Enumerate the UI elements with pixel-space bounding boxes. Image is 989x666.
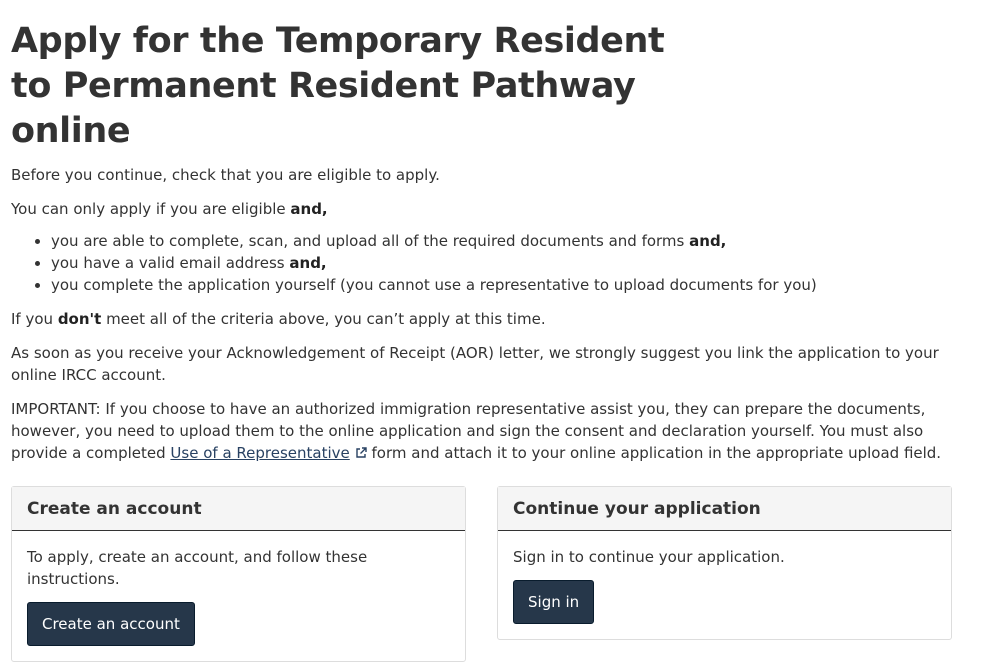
continue-application-card: Continue your application Sign in to con…	[497, 486, 952, 640]
use-of-representative-link[interactable]: Use of a Representative	[170, 444, 349, 462]
intro-text: Before you continue, check that you are …	[11, 166, 440, 184]
continue-application-description: Sign in to continue your application.	[513, 548, 785, 566]
criteria-warning: If you don't meet all of the criteria ab…	[11, 310, 546, 328]
important-notice: IMPORTANT: If you choose to have an auth…	[11, 400, 942, 462]
page-content: Apply for the Temporary Resident to Perm…	[0, 19, 961, 662]
list-item: you are able to complete, scan, and uplo…	[51, 230, 961, 252]
create-account-button[interactable]: Create an account	[27, 602, 195, 646]
create-account-heading: Create an account	[12, 487, 465, 531]
continue-application-heading: Continue your application	[498, 487, 951, 531]
list-item: you have a valid email address and,	[51, 252, 961, 274]
action-cards: Create an account To apply, create an ac…	[11, 486, 961, 662]
eligibility-and: and,	[290, 200, 328, 218]
create-account-body: To apply, create an account, and follow …	[12, 531, 465, 661]
dont-emphasis: don't	[57, 310, 102, 328]
aor-text: As soon as you receive your Acknowledgem…	[11, 344, 939, 384]
sign-in-button[interactable]: Sign in	[513, 580, 595, 624]
create-account-card: Create an account To apply, create an ac…	[11, 486, 466, 662]
criteria-list: you are able to complete, scan, and uplo…	[11, 230, 961, 296]
create-account-description: To apply, create an account, and follow …	[27, 548, 368, 588]
list-item: you complete the application yourself (y…	[51, 274, 961, 296]
eligibility-text: You can only apply if you are eligible	[11, 200, 291, 218]
external-link-icon	[356, 447, 367, 458]
page-title: Apply for the Temporary Resident to Perm…	[11, 21, 665, 151]
eligibility-statement: You can only apply if you are eligible a…	[11, 198, 961, 220]
continue-application-body: Sign in to continue your application. Si…	[498, 531, 951, 639]
